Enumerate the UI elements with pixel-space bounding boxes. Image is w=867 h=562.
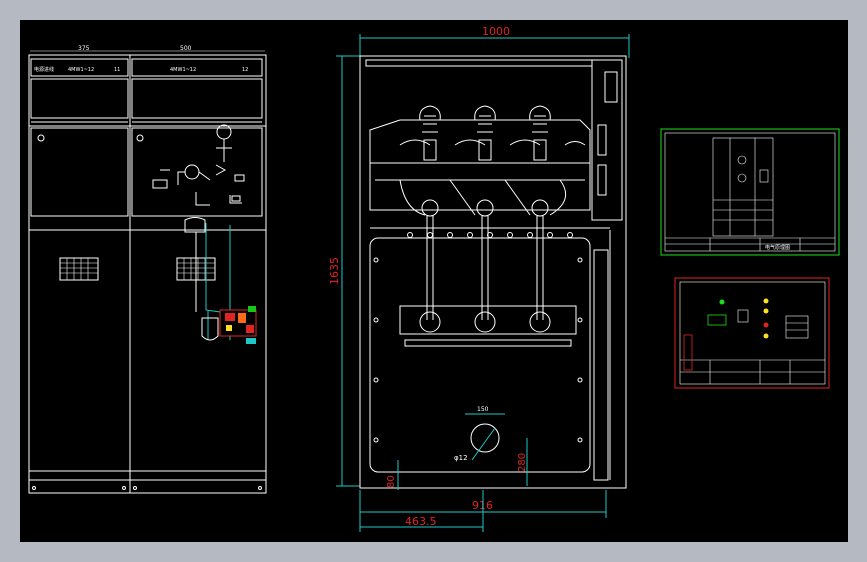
drawing-canvas[interactable]: 375 500 电源进线 4MW1~12 11 4MW1~12 12 1000 … bbox=[20, 20, 848, 542]
nameplate-left: 电源进线 bbox=[34, 66, 54, 73]
dim-bottom-half: 463.5 bbox=[405, 515, 437, 528]
vent-grille-left bbox=[59, 257, 99, 281]
dim-hole-height: 280 bbox=[517, 453, 528, 472]
dim-base: 80 bbox=[386, 475, 397, 488]
front-view: 375 500 电源进线 4MW1~12 11 4MW1~12 12 bbox=[28, 45, 267, 494]
dim-height: 1635 bbox=[328, 257, 341, 285]
cad-viewport: 375 500 电源进线 4MW1~12 11 4MW1~12 12 1000 … bbox=[0, 0, 867, 562]
dim-top: 1000 bbox=[482, 25, 510, 38]
nameplate-right-num: 12 bbox=[242, 67, 248, 73]
nameplate-right: 4MW1~12 bbox=[170, 67, 196, 73]
sheet1-title: 电气原理图 bbox=[765, 244, 790, 251]
cabinet-side bbox=[359, 55, 627, 489]
dim-hole-spacing: 150 bbox=[477, 406, 489, 413]
terminal-device bbox=[201, 306, 257, 344]
insulators bbox=[399, 105, 586, 161]
side-view: 1000 1635 150 φ12 280 80 916 463.5 bbox=[328, 25, 630, 532]
dim-width-left: 375 bbox=[78, 45, 90, 52]
dim-hole-dia: φ12 bbox=[454, 454, 468, 462]
dim-width-right: 500 bbox=[180, 45, 192, 52]
schematic-sheet-2[interactable] bbox=[674, 277, 830, 389]
schematic-sheet-1[interactable]: 电气原理图 bbox=[660, 128, 840, 256]
cabinet-left bbox=[28, 54, 131, 494]
nameplate-left-num: 11 bbox=[114, 67, 120, 73]
nameplate-left-code: 4MW1~12 bbox=[68, 67, 94, 73]
drawing-svg: 375 500 电源进线 4MW1~12 11 4MW1~12 12 1000 … bbox=[28, 25, 840, 532]
operating-mechanism bbox=[152, 124, 245, 206]
